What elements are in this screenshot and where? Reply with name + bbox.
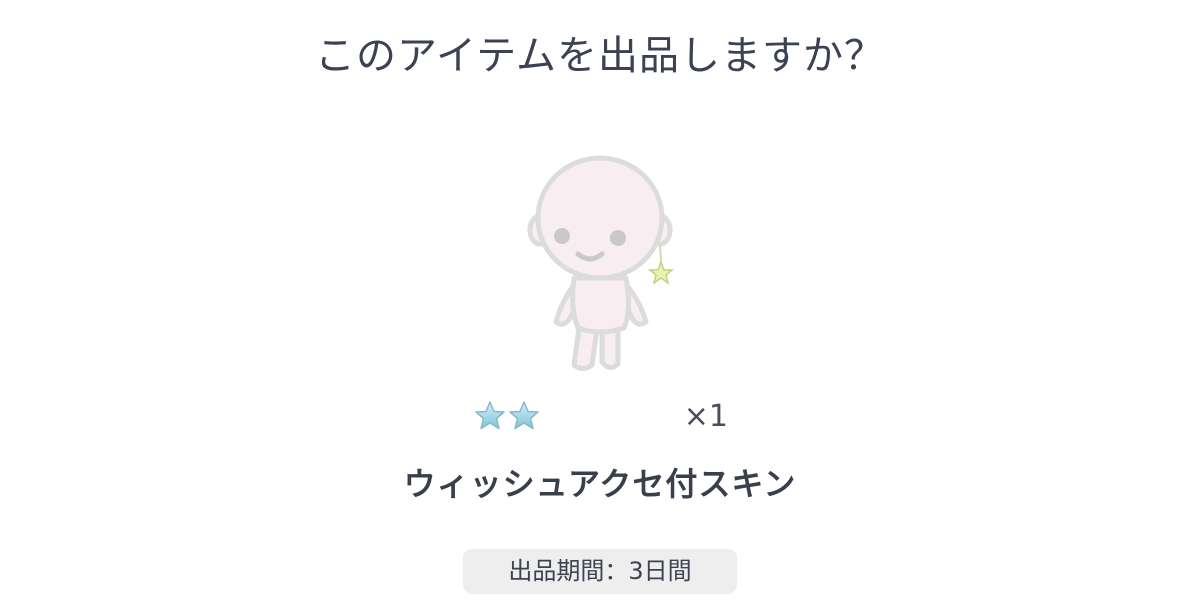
item-meta-row: ×1 — [470, 398, 740, 438]
avatar-skin-icon — [527, 155, 675, 371]
dialog-title: このアイテムを出品しますか？ — [315, 33, 885, 79]
star-icon — [475, 401, 505, 430]
star-icon — [509, 401, 539, 430]
listing-confirm-dialog: このアイテムを出品しますか？ ×1 ウィッシュアクセ付スキン 出品期間：3日間 — [0, 0, 1200, 608]
listing-period-badge: 出品期間：3日間 — [463, 549, 737, 594]
item-name: ウィッシュアクセ付スキン — [403, 465, 797, 503]
item-image — [510, 150, 690, 385]
rarity-stars — [474, 400, 546, 434]
item-quantity: ×1 — [683, 399, 728, 434]
